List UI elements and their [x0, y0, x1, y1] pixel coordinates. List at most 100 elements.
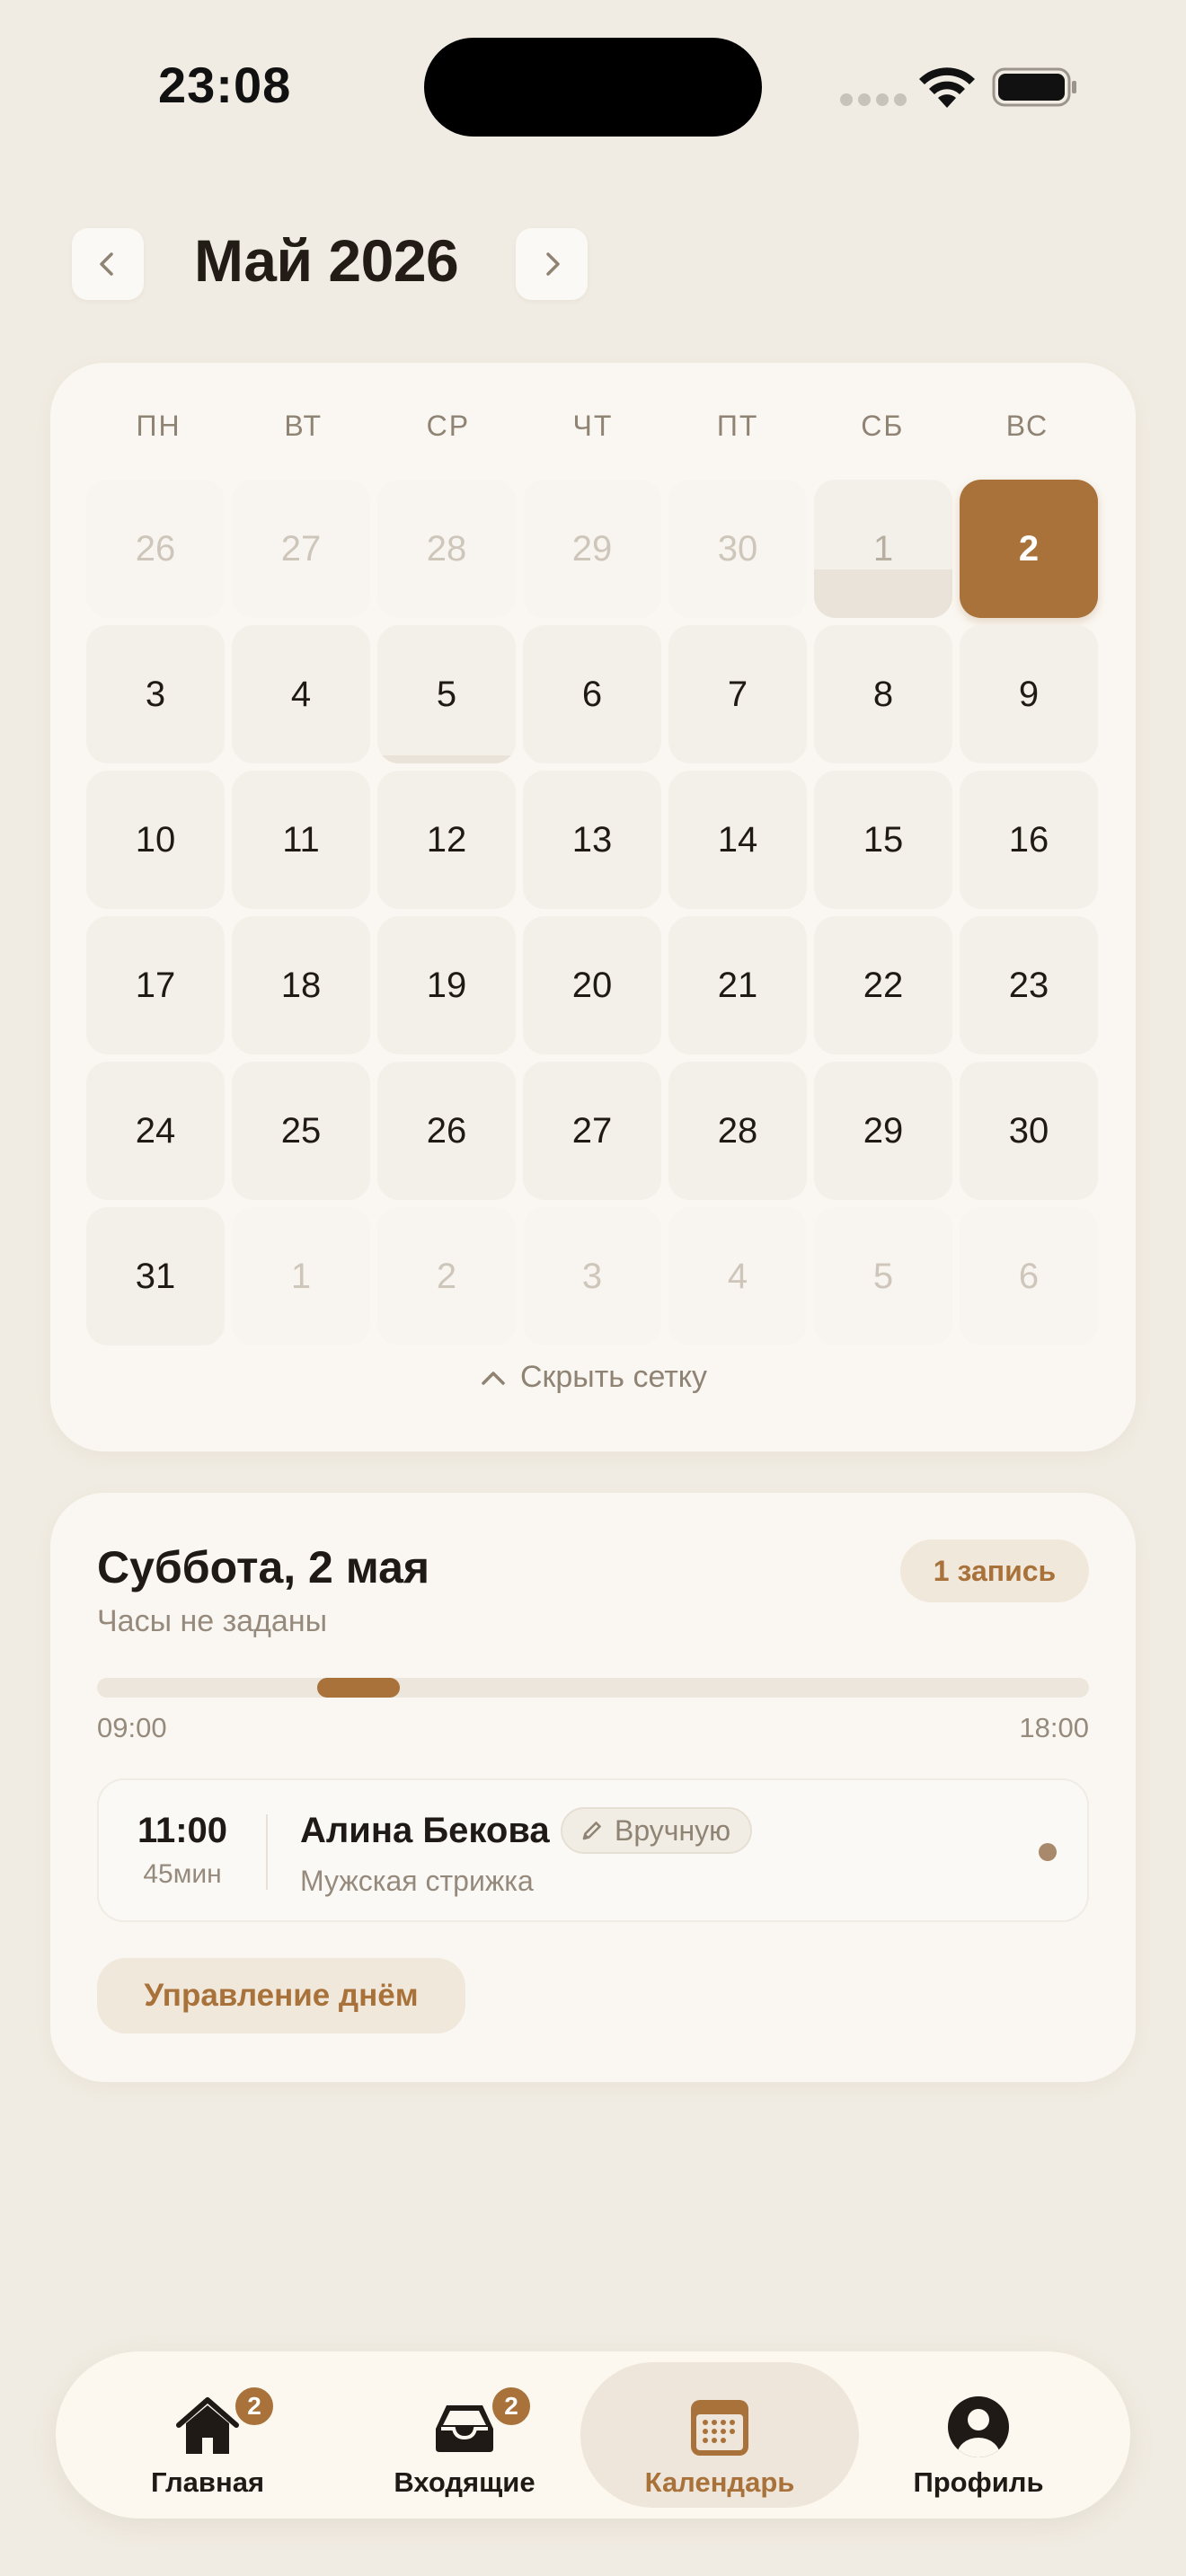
calendar-day-number: 27 [280, 528, 322, 569]
calendar-day[interactable]: 4 [232, 625, 370, 763]
calendar-day-number: 23 [1008, 965, 1049, 1005]
tab-inbox[interactable]: 2 Входящие [325, 2362, 604, 2508]
calendar-day[interactable]: 12 [377, 771, 516, 909]
calendar-day-outside[interactable]: 4 [668, 1207, 807, 1345]
calendar-day[interactable]: 29 [814, 1062, 952, 1200]
hide-grid-button[interactable]: Скрыть сетку [50, 1360, 1136, 1395]
calendar-day-outside[interactable]: 3 [523, 1207, 661, 1345]
calendar-day-number: 9 [1018, 674, 1040, 714]
appointment-item[interactable]: 11:00 45мин Алина Бекова Вручную Мужская… [97, 1778, 1089, 1922]
calendar-day-outside[interactable]: 5 [814, 1207, 952, 1345]
appointment-time: 11:00 [137, 1811, 228, 1850]
calendar-day[interactable]: 8 [814, 625, 952, 763]
calendar-day-number: 27 [571, 1110, 613, 1151]
calendar-day-number: 4 [727, 1256, 748, 1296]
status-dot [1039, 1843, 1057, 1861]
calendar-day-outside[interactable]: 1 [814, 480, 952, 618]
calendar-day-number: 12 [426, 819, 467, 860]
calendar-day[interactable]: 16 [960, 771, 1098, 909]
weekday-label: ПТ [716, 410, 759, 442]
weekday-label: ЧТ [572, 410, 614, 442]
previous-month-button[interactable] [72, 228, 144, 300]
calendar-day[interactable]: 11 [232, 771, 370, 909]
day-load-indicator [814, 569, 952, 618]
calendar-day-outside[interactable]: 27 [232, 480, 370, 618]
tab-profile[interactable]: Профиль [839, 2362, 1118, 2508]
calendar-day[interactable]: 21 [668, 916, 807, 1054]
tab-calendar-label: Календарь [644, 2466, 795, 2498]
appointment-duration: 45мин [143, 1859, 222, 1889]
wifi-icon [919, 67, 975, 108]
calendar-day-number: 2 [436, 1256, 457, 1296]
calendar-day[interactable]: 26 [377, 1062, 516, 1200]
tab-home-label: Главная [150, 2466, 265, 2498]
calendar-day[interactable]: 6 [523, 625, 661, 763]
calendar-day-outside[interactable]: 29 [523, 480, 661, 618]
calendar-day-number: 22 [863, 965, 904, 1005]
calendar-day-number: 4 [290, 674, 312, 714]
calendar-day-number: 20 [571, 965, 613, 1005]
hide-grid-label: Скрыть сетку [519, 1360, 708, 1394]
manage-day-button[interactable]: Управление днём [97, 1958, 465, 2033]
calendar-day[interactable]: 25 [232, 1062, 370, 1200]
tab-bar: 2 Главная 2 Входящие Календарь Профиль [56, 2351, 1130, 2519]
calendar-day-number: 8 [872, 674, 894, 714]
tab-home[interactable]: 2 Главная [68, 2362, 347, 2508]
calendar-day[interactable]: 15 [814, 771, 952, 909]
calendar-day-number: 18 [280, 965, 322, 1005]
calendar-day-number: 28 [426, 528, 467, 569]
calendar-day-outside[interactable]: 30 [668, 480, 807, 618]
calendar-day[interactable]: 10 [86, 771, 225, 909]
calendar-day-number: 19 [426, 965, 467, 1005]
booking-source-label: Вручную [615, 1813, 731, 1847]
calendar-day[interactable]: 20 [523, 916, 661, 1054]
weekday-label: ВС [1005, 410, 1049, 442]
calendar-day[interactable]: 17 [86, 916, 225, 1054]
calendar-day-number: 26 [135, 528, 176, 569]
calendar-day[interactable]: 9 [960, 625, 1098, 763]
calendar-day[interactable]: 5 [377, 625, 516, 763]
calendar-day[interactable]: 18 [232, 916, 370, 1054]
calendar-day-number: 1 [872, 528, 894, 569]
calendar-day-number: 29 [571, 528, 613, 569]
calendar-day[interactable]: 30 [960, 1062, 1098, 1200]
calendar-day[interactable]: 3 [86, 625, 225, 763]
calendar-day[interactable]: 23 [960, 916, 1098, 1054]
calendar-day-number: 5 [872, 1256, 894, 1296]
calendar-day-number: 29 [863, 1110, 904, 1151]
calendar-day[interactable]: 31 [86, 1207, 225, 1345]
weekday-label: СБ [861, 410, 905, 442]
calendar-day-number: 5 [436, 674, 457, 714]
chevron-left-icon [100, 252, 113, 276]
calendar-day[interactable]: 22 [814, 916, 952, 1054]
calendar-day-number: 30 [1008, 1110, 1049, 1151]
calendar-day[interactable]: 7 [668, 625, 807, 763]
next-month-button[interactable] [516, 228, 588, 300]
home-badge: 2 [232, 2384, 277, 2429]
calendar-day-outside[interactable]: 6 [960, 1207, 1098, 1345]
tab-calendar[interactable]: Календарь [580, 2362, 859, 2508]
calendar-day[interactable]: 24 [86, 1062, 225, 1200]
timeline-start-label: 09:00 [97, 1712, 167, 1743]
calendar-day-outside[interactable]: 26 [86, 480, 225, 618]
calendar-day-number: 21 [717, 965, 758, 1005]
calendar-day[interactable]: 19 [377, 916, 516, 1054]
calendar-day-outside[interactable]: 2 [377, 1207, 516, 1345]
tab-profile-label: Профиль [913, 2466, 1044, 2498]
calendar-day-outside[interactable]: 28 [377, 480, 516, 618]
calendar-day-outside[interactable]: 1 [232, 1207, 370, 1345]
calendar-day-number: 25 [280, 1110, 322, 1151]
calendar-day-selected[interactable]: 2 [960, 480, 1098, 618]
calendar-day-number: 24 [135, 1110, 176, 1151]
calendar-day[interactable]: 28 [668, 1062, 807, 1200]
service-name: Мужская стрижка [300, 1865, 534, 1897]
calendar-day[interactable]: 14 [668, 771, 807, 909]
calendar-day[interactable]: 13 [523, 771, 661, 909]
calendar-day[interactable]: 27 [523, 1062, 661, 1200]
profile-icon [948, 2396, 1009, 2457]
calendar-day-number: 31 [135, 1256, 176, 1296]
day-load-indicator [377, 754, 516, 763]
weekday-header: ПН ВТ СР ЧТ ПТ СБ ВС [86, 410, 1100, 443]
status-bar: 23:08 [0, 0, 1186, 171]
calendar-day-number: 28 [717, 1110, 758, 1151]
